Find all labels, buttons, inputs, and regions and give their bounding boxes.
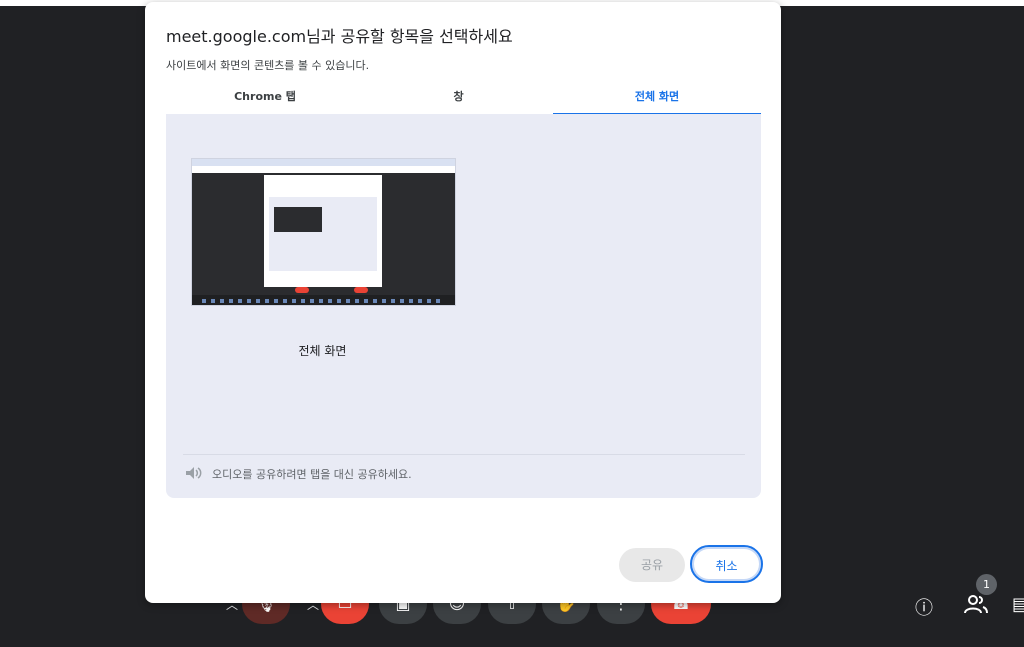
share-button[interactable]: 공유 <box>619 548 685 582</box>
tab-chrome-tab[interactable]: Chrome 탭 <box>166 86 364 113</box>
thumbnail-tabstrip <box>192 159 455 166</box>
screen-share-dialog: meet.google.com님과 공유할 항목을 선택하세요 사이트에서 화면… <box>145 2 781 603</box>
chat-icon[interactable]: ▤ <box>1012 594 1024 615</box>
info-icon[interactable]: ⓘ <box>915 594 933 620</box>
thumbnail-nested-preview <box>274 207 322 232</box>
entire-screen-label: 전체 화면 <box>298 344 347 358</box>
tab-window[interactable]: 창 <box>364 86 553 113</box>
thumbnail-addressbar <box>192 166 455 173</box>
speaker-icon <box>186 467 202 479</box>
dialog-subtitle: 사이트에서 화면의 콘텐츠를 볼 수 있습니다. <box>166 59 370 72</box>
thumbnail-end-call-button <box>354 287 368 293</box>
people-icon[interactable] <box>964 593 988 620</box>
share-content-panel: 전체 화면 오디오를 공유하려면 탭을 대신 공유하세요. <box>166 114 761 498</box>
audio-divider <box>183 454 745 455</box>
cancel-button[interactable]: 취소 <box>690 545 763 583</box>
thumbnail-dialog-preview <box>264 175 382 287</box>
participant-count-badge: 1 <box>976 574 997 595</box>
audio-notice-text: 오디오를 공유하려면 탭을 대신 공유하세요. <box>212 468 412 481</box>
dialog-title: meet.google.com님과 공유할 항목을 선택하세요 <box>166 27 513 46</box>
thumbnail-taskbar-icons <box>202 299 442 303</box>
tab-entire-screen[interactable]: 전체 화면 <box>553 86 761 115</box>
people-icon-svg <box>964 595 988 614</box>
thumbnail-camera-off-button <box>295 287 309 293</box>
thumbnail-dialog-content <box>269 197 377 271</box>
share-source-tabs: Chrome 탭 창 전체 화면 <box>166 86 761 116</box>
entire-screen-thumbnail[interactable] <box>191 158 456 306</box>
